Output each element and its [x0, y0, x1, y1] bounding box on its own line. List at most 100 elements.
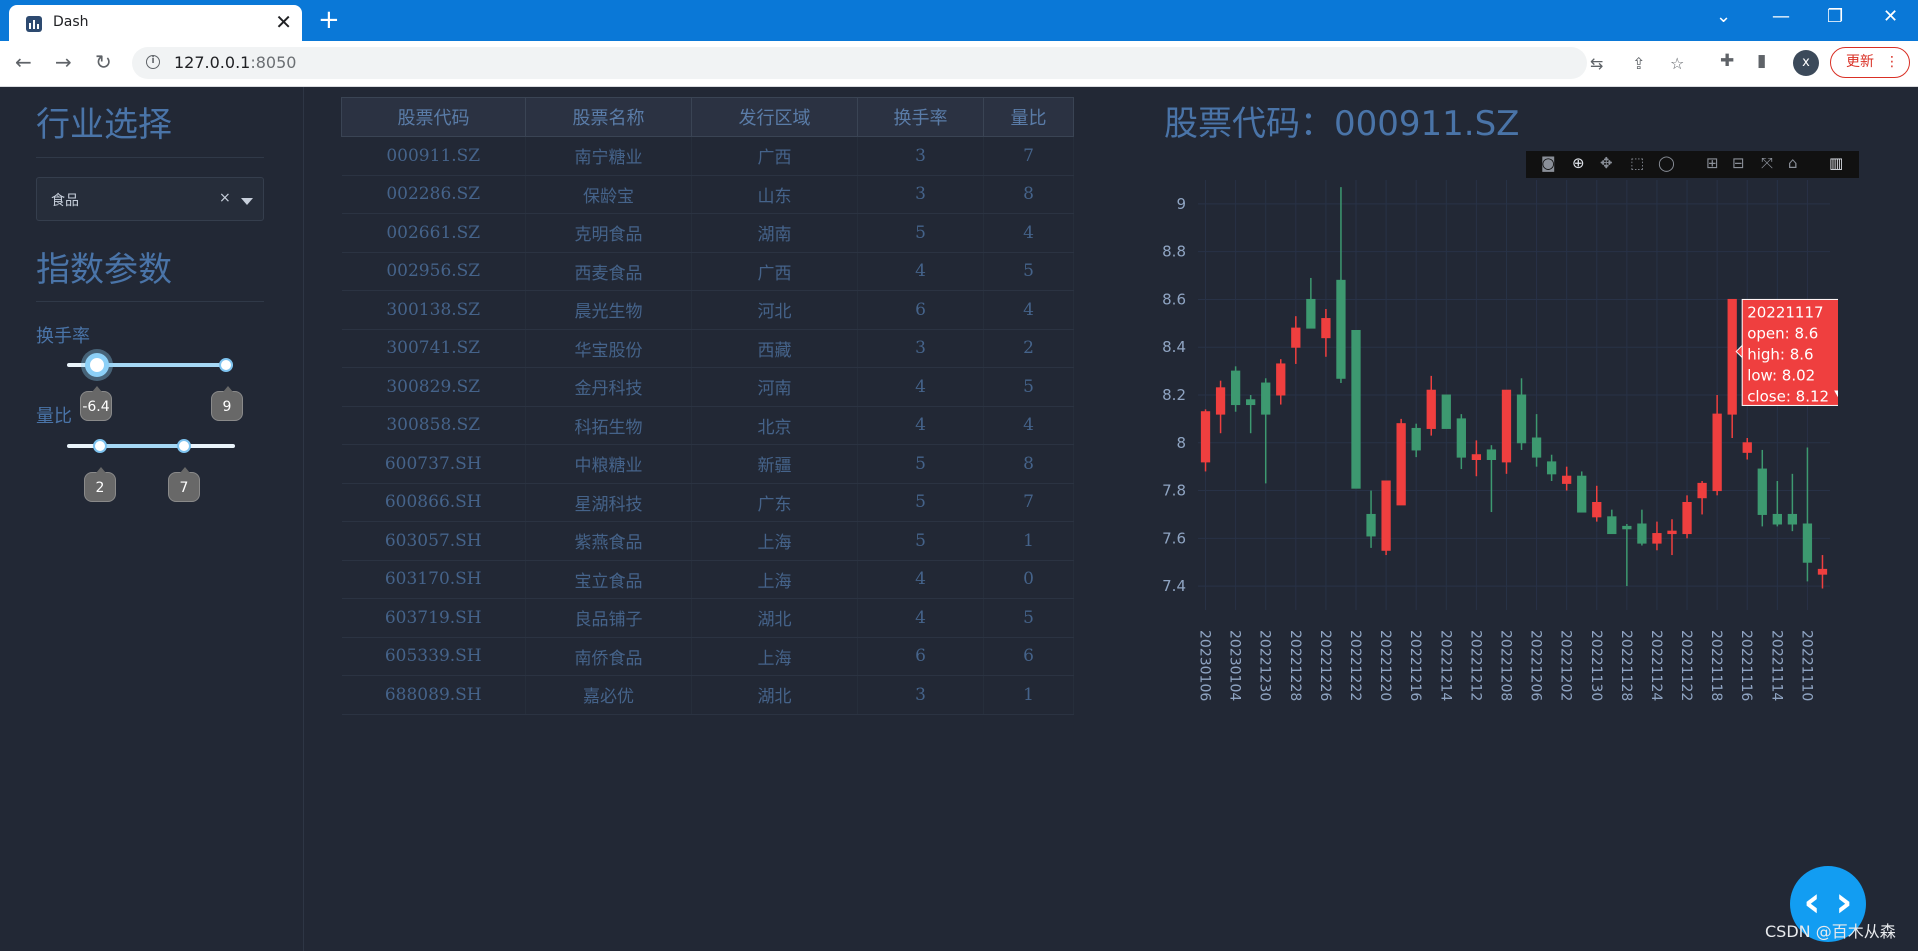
zoom-out-icon[interactable]: ⊟	[1732, 154, 1745, 172]
candle-body[interactable]	[1577, 475, 1587, 513]
table-row[interactable]: 002956.SZ 西麦食品 广西 4 5	[341, 252, 1074, 291]
tab-search-chevron-icon[interactable]: ⌄	[1716, 6, 1731, 28]
table-row[interactable]: 600737.SH 中粮糖业 新疆 5 8	[341, 444, 1074, 484]
table-row[interactable]: 603719.SH 良品铺子 湖北 4 5	[341, 598, 1074, 638]
window-close-icon[interactable]: ✕	[1883, 6, 1898, 28]
box-select-icon[interactable]: ⬚	[1630, 154, 1644, 172]
table-row[interactable]: 300858.SZ 科拓生物 北京 4 4	[341, 406, 1074, 445]
candle-body[interactable]	[1291, 327, 1301, 348]
address-bar[interactable]: i 127.0.0.1:8050 ⇆ ⇪ ☆	[132, 47, 1684, 79]
share-icon[interactable]: ⇪	[1632, 54, 1645, 73]
chevron-down-icon[interactable]	[241, 198, 253, 205]
industry-dropdown[interactable]: 食品 ×	[36, 177, 264, 221]
plotly-logo-icon[interactable]: ▥	[1829, 154, 1843, 172]
candle-body[interactable]	[1562, 475, 1572, 484]
candle-body[interactable]	[1396, 423, 1406, 506]
table-row[interactable]: 300741.SZ 华宝股份 西藏 3 2	[341, 329, 1074, 368]
candle-body[interactable]	[1471, 454, 1482, 461]
candle-body[interactable]	[1456, 418, 1466, 458]
column-header[interactable]: 股票代码	[341, 97, 526, 137]
table-cell: 新疆	[691, 444, 858, 484]
candle-body[interactable]	[1802, 523, 1813, 563]
candle-body[interactable]	[1742, 442, 1752, 453]
candlestick-chart[interactable]: 7.4 7.6 7.8 8 8.2 8.4 8.6 8.8 9 20230106 20230104 2…	[1158, 180, 1838, 710]
side-panel-icon[interactable]: ▮	[1757, 51, 1766, 71]
forward-icon[interactable]: →	[55, 51, 72, 73]
candle-body[interactable]	[1682, 502, 1692, 535]
tab-close-icon[interactable]: ✕	[275, 11, 292, 33]
candle-body[interactable]	[1667, 530, 1677, 535]
table-row[interactable]: 688089.SH 嘉必优 湖北 3 1	[341, 675, 1074, 715]
site-info-icon[interactable]: i	[146, 55, 160, 69]
candle-body[interactable]	[1727, 298, 1737, 415]
table-row[interactable]: 603170.SH 宝立食品 上海 4 0	[341, 560, 1074, 599]
candle-body[interactable]	[1757, 468, 1767, 515]
back-icon[interactable]: ←	[15, 51, 32, 73]
candle-body[interactable]	[1381, 480, 1391, 551]
extensions-puzzle-icon[interactable]: ✚	[1720, 51, 1734, 71]
restore-icon[interactable]: ❐	[1827, 6, 1843, 28]
candle-body[interactable]	[1306, 298, 1316, 329]
table-row[interactable]: 000911.SZ 南宁糖业 广西 3 7	[341, 136, 1074, 176]
profile-avatar[interactable]: x	[1793, 50, 1819, 76]
zoom-icon[interactable]: ⊕	[1572, 154, 1585, 172]
candle-body[interactable]	[1712, 413, 1722, 492]
candle-body[interactable]	[1817, 568, 1828, 575]
table-row[interactable]: 002286.SZ 保龄宝 山东 3 8	[341, 175, 1074, 214]
candle-body[interactable]	[1411, 427, 1421, 451]
candle-body[interactable]	[1230, 370, 1241, 406]
candle-body[interactable]	[1652, 533, 1662, 544]
candle-body[interactable]	[1426, 389, 1436, 429]
pan-icon[interactable]: ✥	[1600, 154, 1613, 172]
lasso-icon[interactable]: ◯	[1658, 154, 1675, 172]
candle-body[interactable]	[1546, 461, 1557, 475]
autoscale-icon[interactable]: ⤧	[1761, 154, 1773, 172]
table-row[interactable]: 600866.SH 星湖科技 广东 5 7	[341, 483, 1074, 522]
table-row[interactable]: 603057.SH 紫燕食品 上海 5 1	[341, 521, 1074, 561]
candle-body[interactable]	[1366, 513, 1376, 537]
candle-body[interactable]	[1501, 389, 1512, 463]
candle-body[interactable]	[1246, 399, 1256, 406]
zoom-in-icon[interactable]: ⊞	[1706, 154, 1719, 172]
column-header[interactable]: 量比	[983, 97, 1074, 137]
table-row[interactable]: 605339.SH 南侨食品 上海 6 6	[341, 637, 1074, 676]
table-row[interactable]: 300829.SZ 金丹科技 河南 4 5	[341, 367, 1074, 407]
column-header[interactable]: 发行区域	[691, 97, 858, 137]
new-tab-icon[interactable]: +	[318, 6, 340, 34]
bookmark-star-icon[interactable]: ☆	[1670, 54, 1684, 73]
candle-body[interactable]	[1200, 411, 1211, 463]
candle-body[interactable]	[1772, 513, 1782, 525]
candle-body[interactable]	[1516, 394, 1527, 444]
candle-body[interactable]	[1697, 482, 1707, 499]
candle-body[interactable]	[1215, 387, 1226, 415]
volume-ratio-high-handle[interactable]	[177, 439, 191, 453]
candle-body[interactable]	[1607, 516, 1617, 535]
candle-body[interactable]	[1622, 525, 1632, 530]
candle-body[interactable]	[1592, 502, 1602, 518]
browser-tab[interactable]: Dash ✕	[9, 5, 302, 41]
column-header[interactable]: 股票名称	[525, 97, 692, 137]
candle-body[interactable]	[1261, 382, 1271, 415]
minimize-icon[interactable]: —	[1772, 6, 1790, 28]
volume-ratio-low-handle[interactable]	[93, 439, 107, 453]
reset-axes-home-icon[interactable]: ⌂	[1788, 154, 1798, 172]
candle-body[interactable]	[1351, 330, 1361, 489]
candle-body[interactable]	[1531, 437, 1542, 458]
candle-body[interactable]	[1336, 279, 1346, 379]
candle-body[interactable]	[1276, 363, 1286, 396]
table-row[interactable]: 300138.SZ 晨光生物 河北 6 4	[341, 290, 1074, 330]
candle-body[interactable]	[1787, 513, 1798, 525]
candle-body[interactable]	[1637, 523, 1647, 544]
camera-icon[interactable]: ◙	[1541, 154, 1556, 172]
column-header[interactable]: 换手率	[857, 97, 984, 137]
clear-icon[interactable]: ×	[219, 190, 231, 206]
candle-body[interactable]	[1441, 394, 1451, 429]
candle-body[interactable]	[1486, 449, 1497, 461]
update-button[interactable]: 更新 ⋮	[1830, 47, 1910, 78]
reload-icon[interactable]: ↻	[95, 51, 112, 73]
turnover-low-handle[interactable]	[85, 353, 109, 377]
table-row[interactable]: 002661.SZ 克明食品 湖南 5 4	[341, 213, 1074, 253]
turnover-high-handle[interactable]	[219, 358, 233, 372]
translate-icon[interactable]: ⇆	[1590, 54, 1603, 73]
candle-body[interactable]	[1321, 318, 1331, 339]
